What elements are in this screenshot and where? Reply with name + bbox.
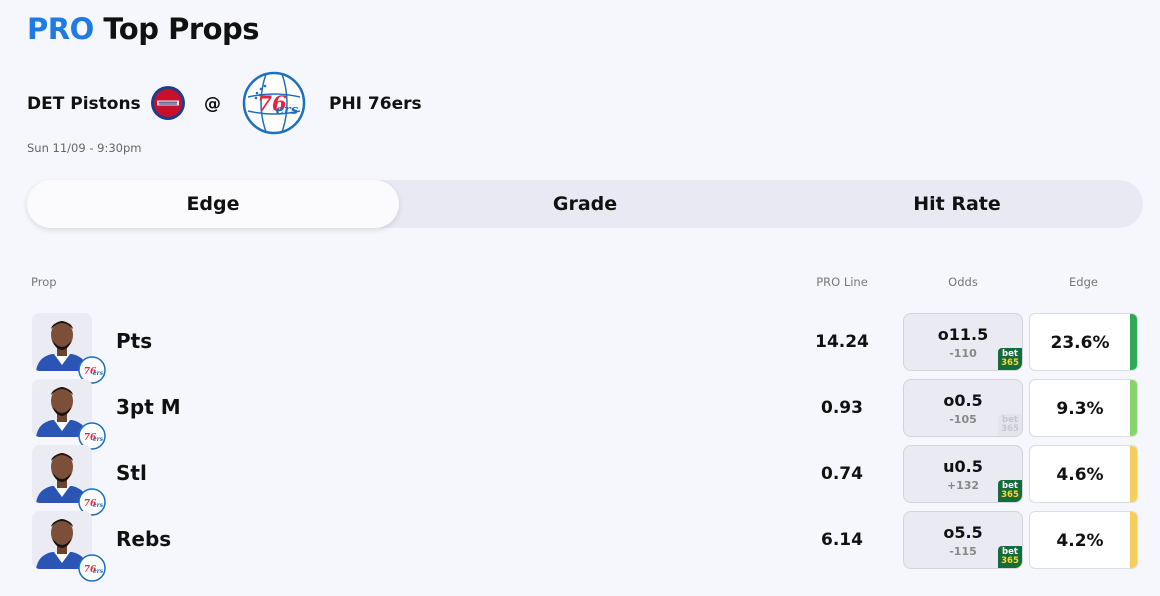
title-text: Top Props bbox=[103, 12, 260, 46]
prop-row[interactable]: 76 ers 3pt M 0.93 o0.5 -105 bet 365 9.3% bbox=[27, 378, 1143, 450]
pistons-logo bbox=[151, 86, 185, 120]
svg-text:ers: ers bbox=[93, 502, 104, 509]
odds-line: u0.5 bbox=[943, 457, 983, 476]
column-header-pro-line[interactable]: PRO Line bbox=[800, 275, 884, 289]
odds-line: o11.5 bbox=[937, 325, 989, 344]
edge-indicator bbox=[1130, 446, 1137, 502]
home-team-name: PHI 76ers bbox=[329, 94, 422, 114]
edge-value: 4.6% bbox=[1056, 465, 1104, 485]
column-header-edge[interactable]: Edge bbox=[1029, 275, 1138, 289]
matchup-header: DET Pistons @ 76 ers PHI 76ers bbox=[27, 70, 447, 136]
bet365-icon: bet 365 bbox=[998, 414, 1022, 436]
pro-label: PRO bbox=[27, 12, 94, 46]
edge-cell: 4.6% bbox=[1029, 445, 1138, 503]
pro-line-value: 0.93 bbox=[821, 398, 863, 418]
edge-cell: 4.2% bbox=[1029, 511, 1138, 569]
edge-value: 4.2% bbox=[1056, 531, 1104, 551]
prop-name: 3pt M bbox=[116, 395, 181, 419]
column-header-prop[interactable]: Prop bbox=[31, 275, 57, 289]
sort-tabs: Edge Grade Hit Rate bbox=[27, 180, 1143, 228]
edge-indicator bbox=[1130, 512, 1137, 568]
svg-text:ers: ers bbox=[93, 370, 104, 377]
bet365-icon: bet 365 bbox=[998, 348, 1022, 370]
prop-name: Stl bbox=[116, 461, 147, 485]
tab-hit-rate[interactable]: Hit Rate bbox=[771, 180, 1143, 228]
edge-indicator bbox=[1130, 380, 1137, 436]
edge-cell: 9.3% bbox=[1029, 379, 1138, 437]
prop-name: Rebs bbox=[116, 527, 172, 551]
prop-row[interactable]: 76 ers Pts 14.24 o11.5 -110 bet 365 23.6% bbox=[27, 312, 1143, 384]
bet365-icon: bet 365 bbox=[998, 480, 1022, 502]
bet365-icon: bet 365 bbox=[998, 546, 1022, 568]
odds-button[interactable]: u0.5 +132 bet 365 bbox=[903, 445, 1023, 503]
edge-cell: 23.6% bbox=[1029, 313, 1138, 371]
odds-button[interactable]: o11.5 -110 bet 365 bbox=[903, 313, 1023, 371]
odds-line: o5.5 bbox=[943, 523, 983, 542]
prop-name: Pts bbox=[116, 329, 153, 353]
tab-grade[interactable]: Grade bbox=[399, 180, 771, 228]
page-title: PRO Top Props bbox=[27, 12, 260, 46]
tab-edge[interactable]: Edge bbox=[27, 180, 399, 228]
odds-line: o0.5 bbox=[943, 391, 983, 410]
edge-value: 9.3% bbox=[1056, 399, 1104, 419]
pro-line-value: 6.14 bbox=[821, 530, 863, 550]
column-header-odds[interactable]: Odds bbox=[903, 275, 1023, 289]
edge-value: 23.6% bbox=[1050, 333, 1110, 353]
odds-button[interactable]: o5.5 -115 bet 365 bbox=[903, 511, 1023, 569]
pro-line-value: 0.74 bbox=[821, 464, 863, 484]
game-datetime: Sun 11/09 - 9:30pm bbox=[27, 141, 142, 155]
svg-text:ers: ers bbox=[276, 103, 299, 118]
pro-line-value: 14.24 bbox=[815, 332, 869, 352]
sixers-logo: 76 ers bbox=[242, 71, 306, 135]
svg-text:ers: ers bbox=[93, 568, 104, 575]
prop-row[interactable]: 76 ers Rebs 6.14 o5.5 -115 bet 365 4.2% bbox=[27, 510, 1143, 582]
svg-text:ers: ers bbox=[93, 436, 104, 443]
edge-indicator bbox=[1130, 314, 1137, 370]
away-team-name: DET Pistons bbox=[27, 94, 141, 114]
sixers-badge-icon: 76 ers bbox=[78, 554, 106, 582]
odds-button[interactable]: o0.5 -105 bet 365 bbox=[903, 379, 1023, 437]
at-separator: @ bbox=[204, 94, 221, 114]
prop-row[interactable]: 76 ers Stl 0.74 u0.5 +132 bet 365 4.6% bbox=[27, 444, 1143, 516]
